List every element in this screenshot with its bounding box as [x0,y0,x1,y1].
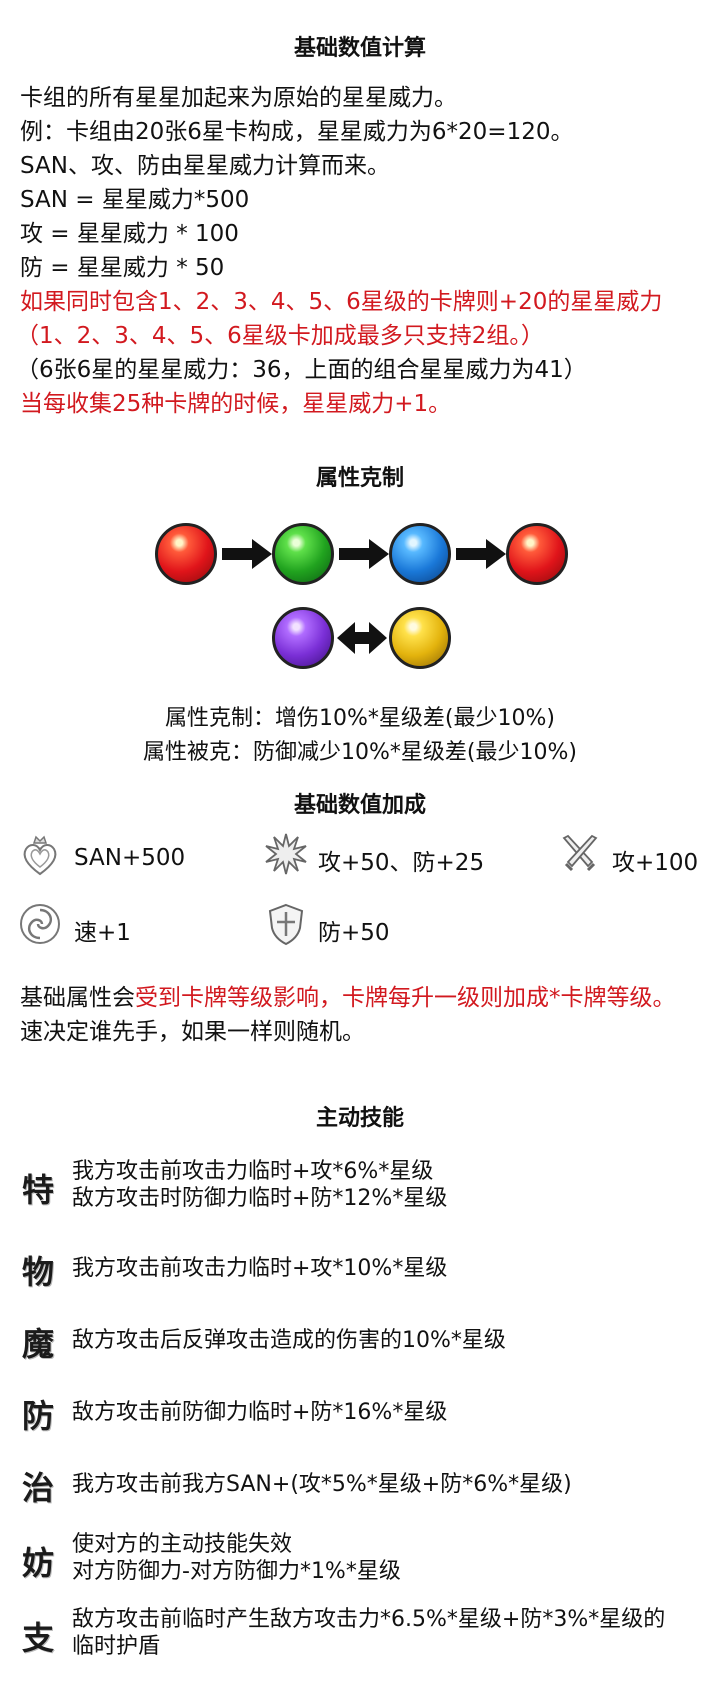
bonus-note-prefix: 基础属性会 [20,985,135,1011]
skill-line: 对方防御力-对方防御力*1%*星级 [72,1559,401,1584]
skill-physical-text: 我方攻击前攻击力临时+攻*10%*星级 [72,1255,447,1282]
skill-hinder-text: 使对方的主动技能失效 对方防御力-对方防御力*1%*星级 [72,1531,401,1585]
blue-orb [389,523,451,585]
skill-support-text: 敌方攻击前临时产生敌方攻击力*6.5%*星级+防*3%*星级的 临时护盾 [72,1606,665,1660]
skill-line: 临时护盾 [72,1634,161,1659]
bonus-speed: 速+1 [74,920,131,946]
bonus-atk-def: 攻+50、防+25 [318,850,485,876]
text-line: 防 = 星星威力 * 50 [20,255,225,281]
red-orb [506,523,568,585]
skill-special-text: 我方攻击前攻击力临时+攻*6%*星级 敌方攻击时防御力临时+防*12%*星级 [72,1158,447,1212]
text-line: 卡组的所有星星加起来为原始的星星威力。 [20,85,457,111]
skill-line: 敌方攻击后反弹攻击造成的伤害的10%*星级 [72,1328,506,1353]
skill-support-icon: 支 [21,1619,54,1657]
skill-defense-icon: 防 [21,1397,54,1435]
skill-magic-text: 敌方攻击后反弹攻击造成的伤害的10%*星级 [72,1327,506,1354]
skill-line: 我方攻击前我方SAN+(攻*5%*星级+防*6%*星级) [72,1472,572,1497]
starburst-icon [265,833,307,875]
skill-line: 敌方攻击前临时产生敌方攻击力*6.5%*星级+防*3%*星级的 [72,1607,666,1632]
section-title-basic-calc: 基础数值计算 [293,36,426,61]
skill-hinder-icon: 妨 [21,1544,54,1582]
text-line: 例：卡组由20张6星卡构成，星星威力为6*20=120。 [20,119,574,145]
skill-line: 我方攻击前攻击力临时+攻*10%*星级 [72,1256,448,1281]
swirl-icon [20,904,60,944]
skill-line: 敌方攻击时防御力临时+防*12%*星级 [72,1186,448,1211]
text-line: （6张6星的星星威力：36，上面的组合星星威力为41） [16,357,587,383]
green-orb [272,523,334,585]
red-orb [155,523,217,585]
section-title-basic-bonus: 基础数值加成 [293,793,426,818]
text-line-red: 当每收集25种卡牌的时候，星星威力+1。 [20,391,452,417]
skill-physical-icon: 物 [21,1253,54,1291]
bonus-note: 基础属性会受到卡牌等级影响，卡牌每升一级则加成*卡牌等级。 [20,978,676,1012]
skill-line: 使对方的主动技能失效 [72,1532,293,1557]
yellow-orb [389,607,451,669]
heart-crown-icon [23,835,57,876]
crossed-swords-icon [562,834,598,872]
bonus-atk: 攻+100 [612,850,699,876]
skill-special-icon: 特 [21,1171,54,1209]
purple-orb [272,607,334,669]
attribute-disadvantage-text: 属性被克：防御减少10%*星级差(最少10%) [143,740,577,765]
bonus-def: 防+50 [318,920,390,946]
bonus-note-red: 受到卡牌等级影响，卡牌每升一级则加成*卡牌等级。 [135,985,676,1011]
skill-line: 敌方攻击前防御力临时+防*16%*星级 [72,1400,448,1425]
attribute-advantage-text: 属性克制：增伤10%*星级差(最少10%) [165,706,555,731]
double-arrow-icon [337,622,387,654]
arrow-right-icon [339,539,389,569]
text-line: SAN、攻、防由星星威力计算而来。 [20,153,390,179]
section-title-attribute: 属性克制 [315,466,404,491]
skill-heal-icon: 治 [21,1469,54,1507]
text-line: SAN = 星星威力*500 [20,187,250,213]
skill-line: 我方攻击前攻击力临时+攻*6%*星级 [72,1159,434,1184]
arrow-right-icon [222,539,272,569]
bonus-san: SAN+500 [74,845,186,871]
text-line: 攻 = 星星威力 * 100 [20,221,239,247]
shield-icon [268,903,304,946]
speed-note: 速决定谁先手，如果一样则随机。 [20,1019,365,1045]
text-line-red: 如果同时包含1、2、3、4、5、6星级的卡牌则+20的星星威力 [20,289,663,315]
section-title-active-skill: 主动技能 [315,1106,404,1131]
skill-heal-text: 我方攻击前我方SAN+(攻*5%*星级+防*6%*星级) [72,1471,572,1498]
skill-magic-icon: 魔 [21,1325,54,1363]
text-line-red: （1、2、3、4、5、6星级卡加成最多只支持2组。） [16,323,544,349]
skill-defense-text: 敌方攻击前防御力临时+防*16%*星级 [72,1399,447,1426]
arrow-right-icon [456,539,506,569]
